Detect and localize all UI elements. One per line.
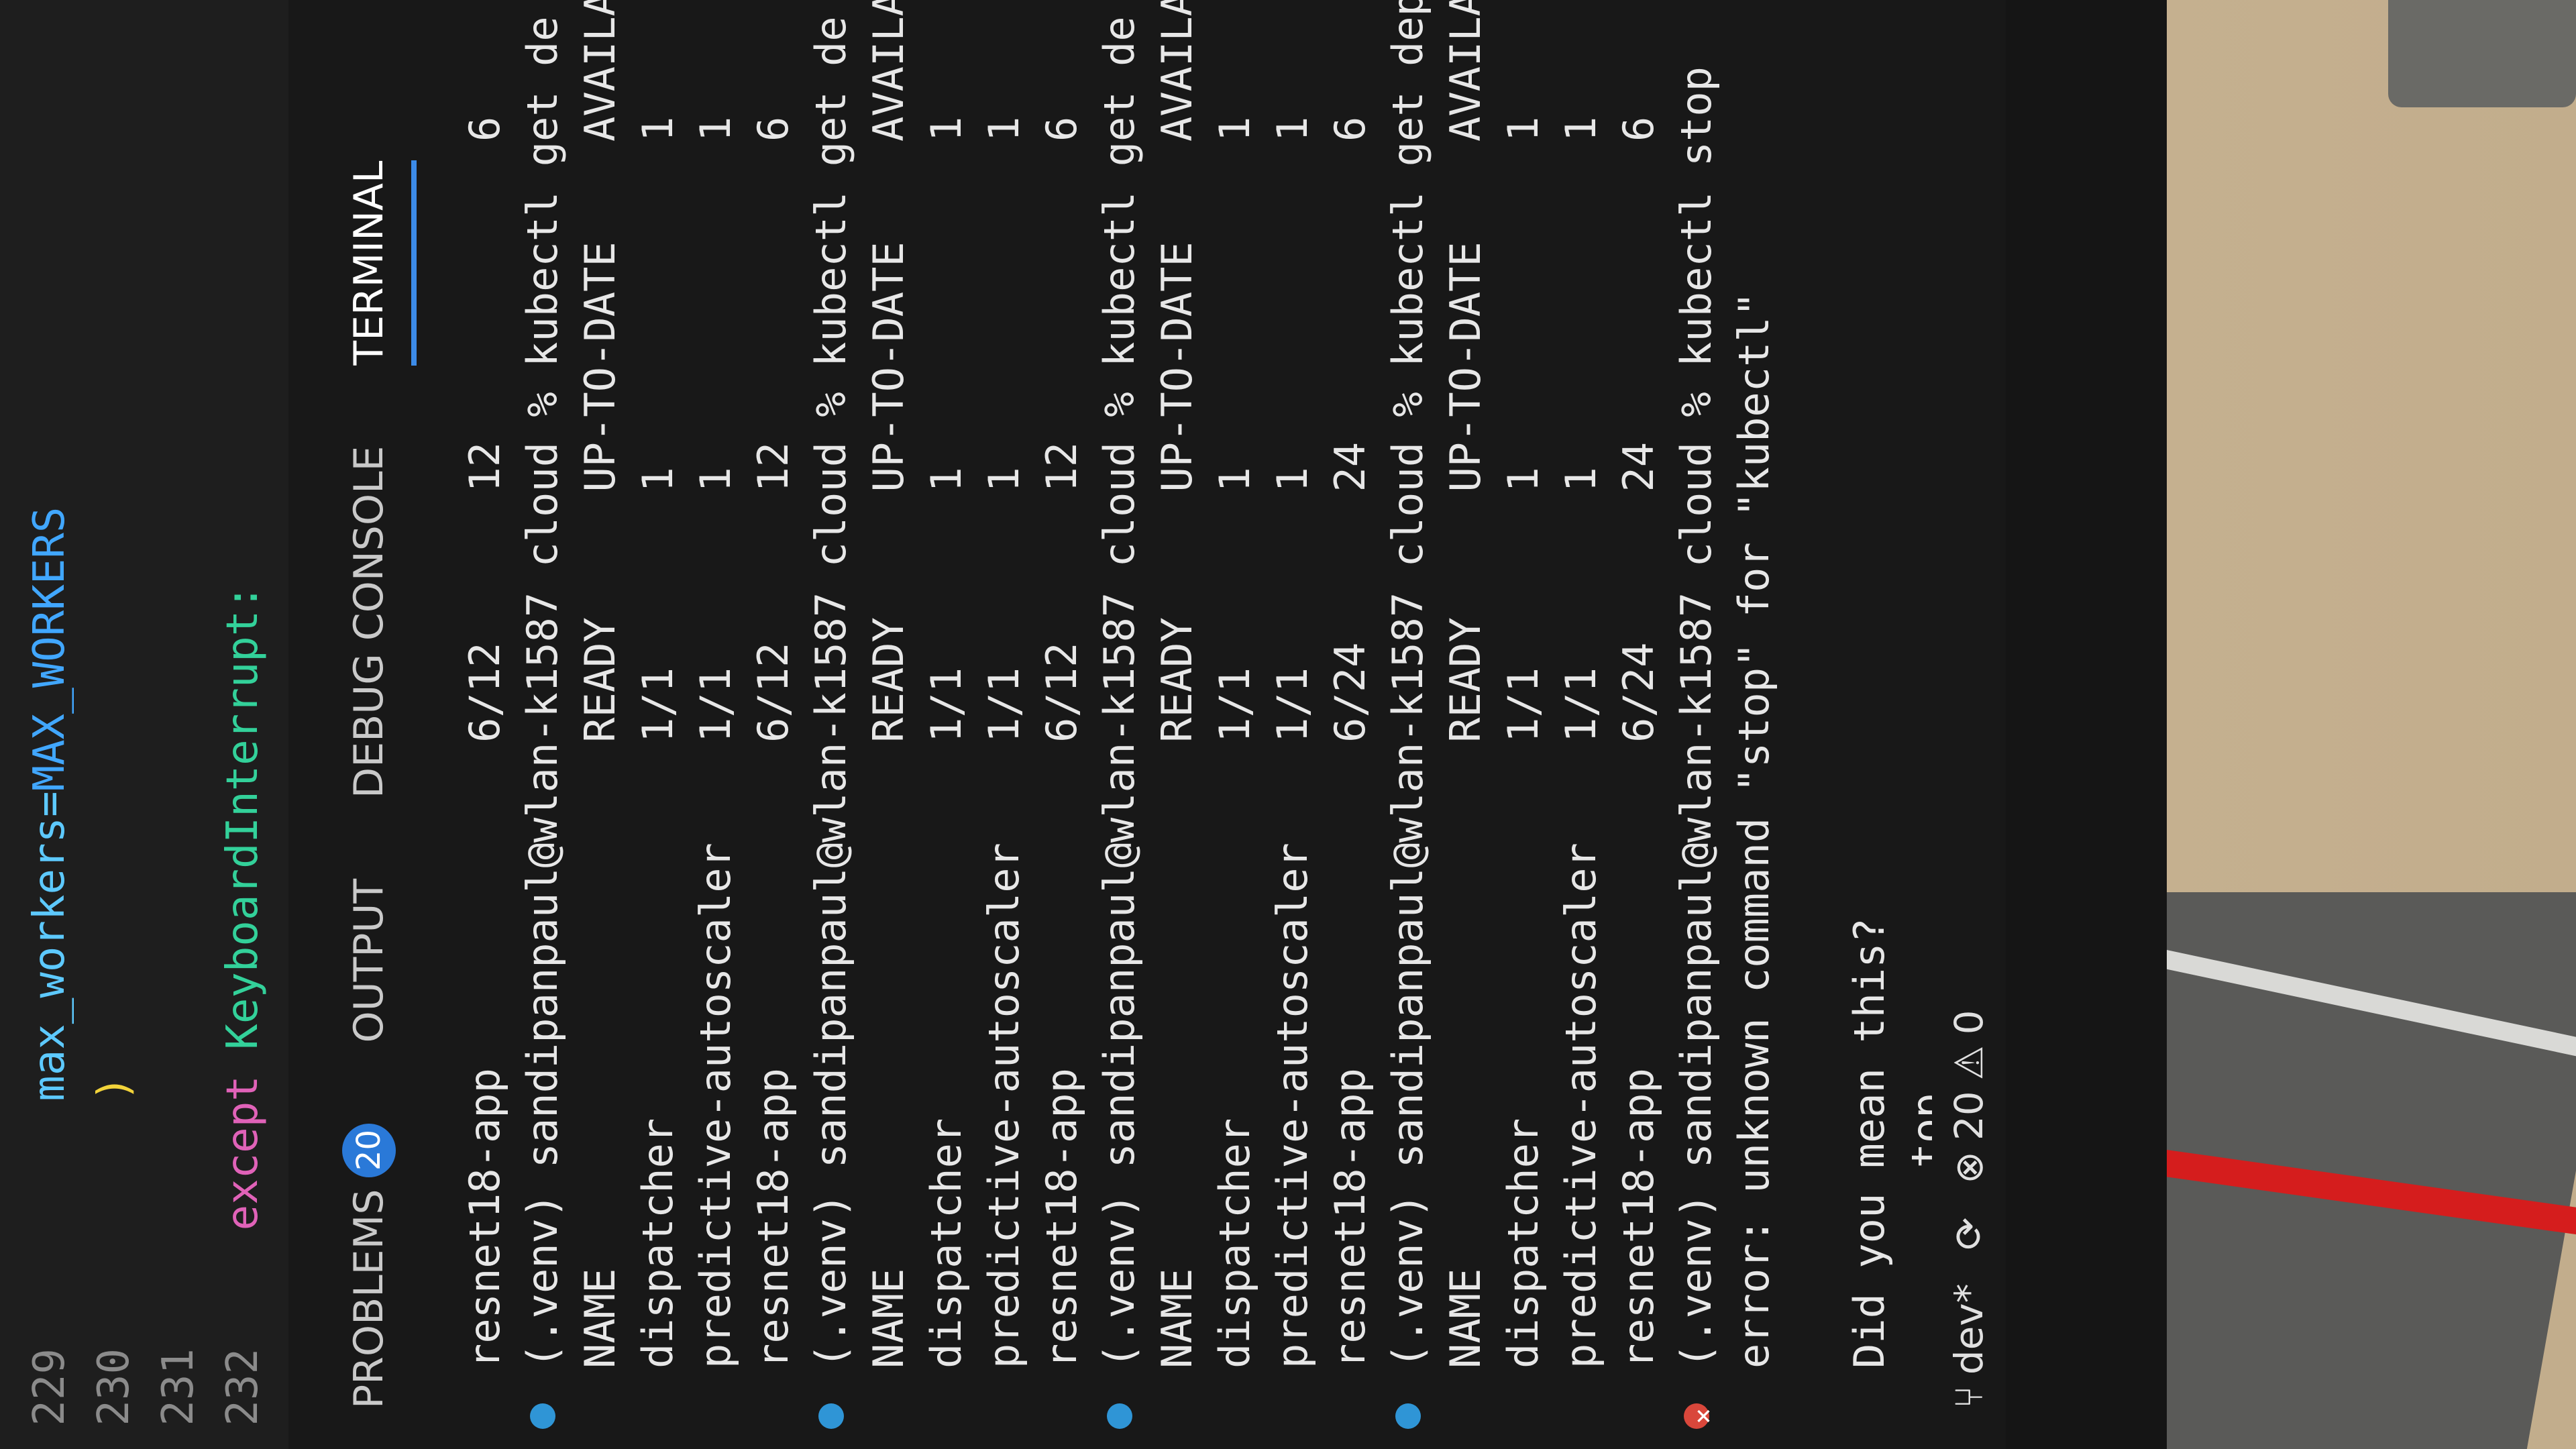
terminal-text: resnet18-app 6/12 12 6: [749, 116, 798, 1368]
terminal-line: (.venv) sandipanpaul@wlan-k1587 cloud % …: [1091, 0, 1148, 1449]
line-number: 229: [25, 1348, 74, 1426]
sync-icon[interactable]: ⟳: [1946, 1218, 1992, 1250]
tab-output[interactable]: OUTPUT: [345, 879, 392, 1043]
terminal-output[interactable]: resnet18-app 6/12 12 6 (.venv) sandipanpa…: [456, 0, 2006, 1449]
terminal-text: predictive-autoscaler 1/1 1 1: [691, 116, 740, 1368]
terminal-line: (.venv) sandipanpaul@wlan-k1587 cloud % …: [802, 0, 860, 1449]
terminal-text: (.venv) sandipanpaul@wlan-k1587 cloud % …: [518, 16, 567, 1368]
terminal-line: resnet18-app 6/24 24 6: [1322, 0, 1379, 1449]
terminal-text: dispatcher 1/1 1 1: [633, 116, 682, 1368]
tab-problems[interactable]: PROBLEMS 20: [342, 1123, 396, 1409]
terminal-line: Did you mean this?: [1841, 0, 1898, 1449]
terminal-text: (.venv) sandipanpaul@wlan-k1587 cloud % …: [1672, 66, 1721, 1368]
code-token: ): [89, 1075, 139, 1102]
terminal-line: error: unknown command "stop" for "kubec…: [1725, 0, 1783, 1449]
warning-icon: ⚠: [1946, 1045, 1992, 1081]
terminal-line: resnet18-app 6/12 12 6: [456, 0, 514, 1449]
monitor-bezel: 229 max_workers=MAX_WORKERS 230 ) 231 232 …: [0, 0, 2167, 1449]
command-decoration-icon[interactable]: [818, 1403, 844, 1429]
branch-indicator[interactable]: ⑂ dev*: [1946, 1283, 1992, 1409]
terminal-text: predictive-autoscaler 1/1 1 1: [979, 116, 1028, 1368]
code-token: MAX_WORKERS: [25, 506, 74, 792]
tab-label: DEBUG CONSOLE: [345, 445, 392, 798]
terminal-text: NAME READY UP-TO-DATE AVAILABLE: [864, 0, 913, 1368]
terminal-text: NAME READY UP-TO-DATE AVAILABLE: [1441, 0, 1490, 1368]
branch-name: dev*: [1946, 1283, 1992, 1375]
terminal-text: predictive-autoscaler 1/1 1 1: [1268, 116, 1317, 1368]
command-decoration-icon[interactable]: [1107, 1403, 1132, 1429]
tab-label: PROBLEMS: [345, 1189, 392, 1409]
tab-label: TERMINAL: [345, 160, 392, 366]
terminal-line: NAME READY UP-TO-DATE AVAILABLE: [860, 0, 918, 1449]
terminal-text: Did you mean this?: [1845, 918, 1894, 1368]
git-branch-icon: ⑂: [1946, 1385, 1992, 1409]
warning-count: 0: [1946, 1010, 1992, 1035]
terminal-line: resnet18-app 6/12 12 6: [1033, 0, 1091, 1449]
terminal-text: dispatcher 1/1 1 1: [922, 116, 971, 1368]
terminal-line: predictive-autoscaler 1/1 1 1: [1552, 0, 1610, 1449]
line-number: 232: [218, 1348, 268, 1426]
terminal-line: dispatcher 1/1 1 1: [918, 0, 975, 1449]
monitor-screen: 229 max_workers=MAX_WORKERS 230 ) 231 232 …: [0, 0, 2006, 1449]
terminal-line: predictive-autoscaler 1/1 1 1: [1264, 0, 1322, 1449]
terminal-line: dispatcher 1/1 1 1: [1206, 0, 1264, 1449]
background-device: [2388, 0, 2576, 107]
code-token: max_workers=: [25, 791, 74, 1102]
terminal-text: resnet18-app 6/12 12 6: [460, 116, 509, 1368]
panel-tabs: PROBLEMS 20 OUTPUT DEBUG CONSOLE TERMINAL: [329, 0, 409, 1449]
command-error-icon[interactable]: [1684, 1403, 1709, 1429]
terminal-text: resnet18-app 6/12 12 6: [1037, 116, 1086, 1368]
tab-label: OUTPUT: [345, 879, 392, 1043]
code-line[interactable]: 232 except KeyboardInterrupt:: [213, 0, 272, 1449]
terminal-text: NAME READY UP-TO-DATE AVAILABLE: [1152, 0, 1201, 1368]
terminal-text: (.venv) sandipanpaul@wlan-k1587 cloud % …: [1095, 16, 1144, 1368]
terminal-text: dispatcher 1/1 1 1: [1499, 116, 1548, 1368]
terminal-text: error: unknown command "stop" for "kubec…: [1729, 291, 1778, 1368]
terminal-text: predictive-autoscaler 1/1 1 1: [1556, 116, 1605, 1368]
terminal-line: NAME READY UP-TO-DATE AVAILABLE: [1437, 0, 1495, 1449]
tab-debug-console[interactable]: DEBUG CONSOLE: [345, 446, 392, 798]
terminal-line: dispatcher 1/1 1 1: [1495, 0, 1552, 1449]
code-line[interactable]: 231: [149, 0, 208, 1449]
terminal-text: resnet18-app 6/24 24 6: [1614, 116, 1663, 1368]
code-line[interactable]: 230 ): [85, 0, 144, 1449]
terminal-text: resnet18-app 6/24 24 6: [1326, 116, 1375, 1368]
bottom-panel: PROBLEMS 20 OUTPUT DEBUG CONSOLE TERMINAL re…: [288, 0, 2006, 1449]
terminal-text: dispatcher 1/1 1 1: [1210, 116, 1259, 1368]
error-icon: ⊗: [1946, 1151, 1992, 1184]
terminal-line: resnet18-app 6/24 24 6: [1610, 0, 1668, 1449]
line-number: 230: [89, 1348, 139, 1426]
terminal-text: NAME READY UP-TO-DATE AVAILABLE: [576, 0, 625, 1368]
error-count: 20: [1946, 1091, 1992, 1141]
terminal-line: resnet18-app 6/12 12 6: [745, 0, 802, 1449]
terminal-line: predictive-autoscaler 1/1 1 1: [687, 0, 745, 1449]
terminal-line: dispatcher 1/1 1 1: [629, 0, 687, 1449]
command-decoration-icon[interactable]: [1395, 1403, 1421, 1429]
problems-count-badge: 20: [342, 1123, 396, 1177]
terminal-line: NAME READY UP-TO-DATE AVAILABLE: [1148, 0, 1206, 1449]
terminal-line: (.venv) sandipanpaul@wlan-k1587 cloud % …: [1668, 0, 1725, 1449]
command-decoration-icon[interactable]: [530, 1403, 555, 1429]
code-token: KeyboardInterrupt:: [218, 584, 268, 1050]
terminal-line: NAME READY UP-TO-DATE AVAILABLE: [572, 0, 629, 1449]
problems-indicator[interactable]: ⊗ 20 ⚠ 0: [1946, 1010, 1992, 1183]
code-line[interactable]: 229 max_workers=MAX_WORKERS: [20, 0, 79, 1449]
terminal-line: (.venv) sandipanpaul@wlan-k1587 cloud % …: [514, 0, 572, 1449]
code-token: except: [218, 1049, 268, 1231]
status-bar: ⑂ dev* ⟳ ⊗ 20 ⚠ 0: [1932, 0, 2006, 1449]
code-editor[interactable]: 229 max_workers=MAX_WORKERS 230 ) 231 232 …: [0, 0, 288, 1449]
line-number: 231: [154, 1348, 203, 1426]
terminal-text: (.venv) sandipanpaul@wlan-k1587 cloud % …: [806, 16, 855, 1368]
terminal-line: predictive-autoscaler 1/1 1 1: [975, 0, 1033, 1449]
vscode-window: 229 max_workers=MAX_WORKERS 230 ) 231 232 …: [0, 0, 2006, 1449]
terminal-line: (.venv) sandipanpaul@wlan-k1587 cloud % …: [1379, 0, 1437, 1449]
terminal-text: (.venv) sandipanpaul@wlan-k1587 cloud % …: [1383, 0, 1432, 1368]
tab-terminal[interactable]: TERMINAL: [345, 161, 392, 366]
